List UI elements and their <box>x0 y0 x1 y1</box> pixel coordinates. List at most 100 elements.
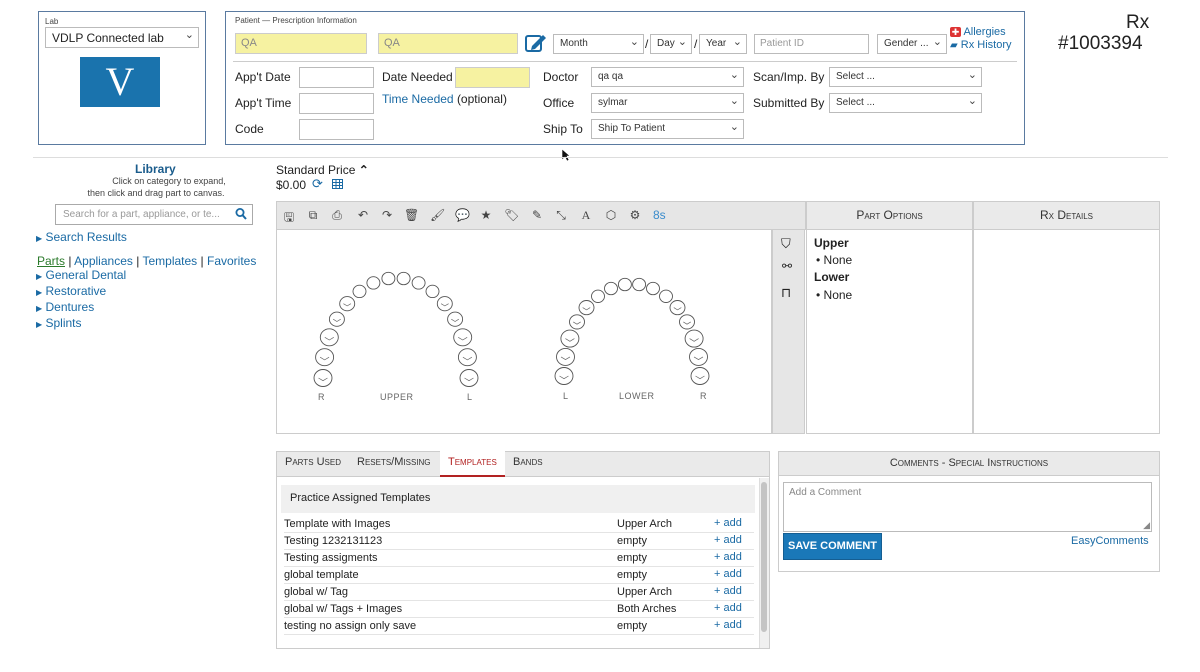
upper-arch[interactable] <box>313 271 479 387</box>
trash-icon[interactable]: 🗑 <box>404 208 419 222</box>
save-comment-button[interactable]: SAVE COMMENT <box>783 533 882 560</box>
tab-templates[interactable]: Templates <box>142 254 197 268</box>
brush-icon[interactable]: 🖌 <box>430 208 445 222</box>
search-results-link[interactable]: ▶ Search Results <box>36 230 127 244</box>
tag-icon[interactable]: 🏷 <box>504 208 519 222</box>
star-icon[interactable]: ★ <box>479 208 493 222</box>
tooth[interactable] <box>396 271 411 286</box>
tooth[interactable] <box>313 369 333 387</box>
tooth[interactable] <box>328 311 345 327</box>
allergies-link[interactable]: ✚ Allergies <box>950 26 1006 38</box>
easy-comments-link[interactable]: EasyComments <box>1071 535 1149 547</box>
tooth[interactable] <box>679 314 695 330</box>
tooth-chart[interactable] <box>276 230 772 434</box>
office-select[interactable]: sylmar <box>591 93 744 113</box>
resize-grip-icon[interactable]: ◢ <box>1143 520 1150 531</box>
tooth[interactable] <box>352 284 367 299</box>
save-icon[interactable]: 🖫 <box>282 208 296 229</box>
dob-day-select[interactable]: Day <box>650 34 692 54</box>
redo-icon[interactable]: ↷ <box>380 208 394 222</box>
tab-favorites[interactable]: Favorites <box>207 254 256 268</box>
search-icon[interactable] <box>235 207 247 224</box>
tooth[interactable] <box>690 367 710 385</box>
tooth[interactable] <box>617 277 632 292</box>
add-template-link[interactable]: + add <box>714 619 742 631</box>
tooth[interactable] <box>425 284 440 299</box>
dob-year-select[interactable]: Year <box>699 34 747 54</box>
tooth[interactable] <box>554 367 574 385</box>
pencil-icon[interactable]: ✎ <box>530 208 544 222</box>
cube-icon[interactable]: ⬡ <box>604 208 618 222</box>
add-template-link[interactable]: + add <box>714 551 742 563</box>
standard-price-label[interactable]: Standard Price ⌃ <box>276 163 369 177</box>
refresh-icon[interactable]: ⟳ <box>312 176 323 192</box>
tab-parts[interactable]: Parts <box>37 254 65 268</box>
rx-history-link[interactable]: ▰ Rx History <box>950 39 1012 51</box>
tooth[interactable] <box>689 347 708 366</box>
scrollbar-thumb[interactable] <box>761 482 767 632</box>
add-template-link[interactable]: + add <box>714 602 742 614</box>
category-splints[interactable]: ▶ Splints <box>36 316 126 332</box>
date-needed-input[interactable] <box>455 67 530 88</box>
tooth[interactable] <box>381 271 396 286</box>
tooth[interactable] <box>447 311 464 327</box>
category-general-dental[interactable]: ▶ General Dental <box>36 268 126 284</box>
tooth[interactable] <box>560 329 580 348</box>
ship-to-select[interactable]: Ship To Patient <box>591 119 744 139</box>
text-tool-icon[interactable]: A <box>579 208 593 223</box>
tooth[interactable] <box>339 296 356 312</box>
tooth[interactable] <box>578 300 595 316</box>
tooth[interactable] <box>436 296 453 312</box>
patient-id-input[interactable]: Patient ID <box>754 34 869 54</box>
first-name-input[interactable]: QA <box>235 33 367 54</box>
comment-icon[interactable]: 💬 <box>455 208 470 222</box>
tooth[interactable] <box>632 277 647 292</box>
add-template-link[interactable]: + add <box>714 534 742 546</box>
add-template-link[interactable]: + add <box>714 568 742 580</box>
submitted-select[interactable]: Select ... <box>829 93 982 113</box>
tab-appliances[interactable]: Appliances <box>74 254 133 268</box>
category-restorative[interactable]: ▶ Restorative <box>36 284 126 300</box>
tab-bands[interactable]: Bands <box>513 456 543 468</box>
bridge-icon[interactable]: ⊓ <box>781 285 791 301</box>
add-template-link[interactable]: + add <box>714 517 742 529</box>
table-icon[interactable] <box>332 178 343 192</box>
tooth[interactable] <box>604 281 618 296</box>
add-template-link[interactable]: + add <box>714 585 742 597</box>
dob-month-select[interactable]: Month <box>553 34 644 54</box>
time-needed-link[interactable]: Time Needed <box>382 92 454 106</box>
tooth[interactable] <box>569 314 585 330</box>
appt-date-input[interactable] <box>299 67 374 88</box>
tooth[interactable] <box>646 281 660 296</box>
tooth[interactable] <box>315 348 335 367</box>
lab-select[interactable]: VDLP Connected lab <box>45 27 199 48</box>
tooth[interactable] <box>453 328 473 347</box>
tooth-icon[interactable]: ⛉ <box>781 236 791 252</box>
library-search-input[interactable]: Search for a part, appliance, or te... <box>63 209 233 220</box>
tooth[interactable] <box>684 329 704 348</box>
scan-select[interactable]: Select ... <box>829 67 982 87</box>
library-search-box[interactable]: Search for a part, appliance, or te... <box>55 204 253 225</box>
doctor-select[interactable]: qa qa <box>591 67 744 87</box>
undo-icon[interactable]: ↶ <box>356 208 370 222</box>
tab-parts-used[interactable]: Parts Used <box>285 456 341 468</box>
link-icon[interactable]: ⚯ <box>782 259 792 273</box>
code-input[interactable] <box>299 119 374 140</box>
tooth[interactable] <box>669 300 686 316</box>
lower-arch[interactable] <box>554 277 710 385</box>
line-tool-icon[interactable]: ⤡ <box>554 208 568 223</box>
tooth[interactable] <box>457 348 477 367</box>
tab-resets-missing[interactable]: Resets/Missing <box>357 456 431 468</box>
edit-patient-icon[interactable] <box>524 32 548 57</box>
gender-select[interactable]: Gender ... <box>877 34 947 54</box>
tooth[interactable] <box>591 289 605 303</box>
last-name-input[interactable]: QA <box>378 33 518 54</box>
tooth[interactable] <box>411 276 426 290</box>
tooth[interactable] <box>366 276 381 290</box>
print-icon[interactable]: ⎙ <box>330 208 344 223</box>
tooth[interactable] <box>659 289 673 303</box>
tooth[interactable] <box>459 369 479 387</box>
tooth[interactable] <box>319 328 339 347</box>
appt-time-input[interactable] <box>299 93 374 114</box>
comment-textarea[interactable]: Add a Comment ◢ <box>783 482 1152 532</box>
